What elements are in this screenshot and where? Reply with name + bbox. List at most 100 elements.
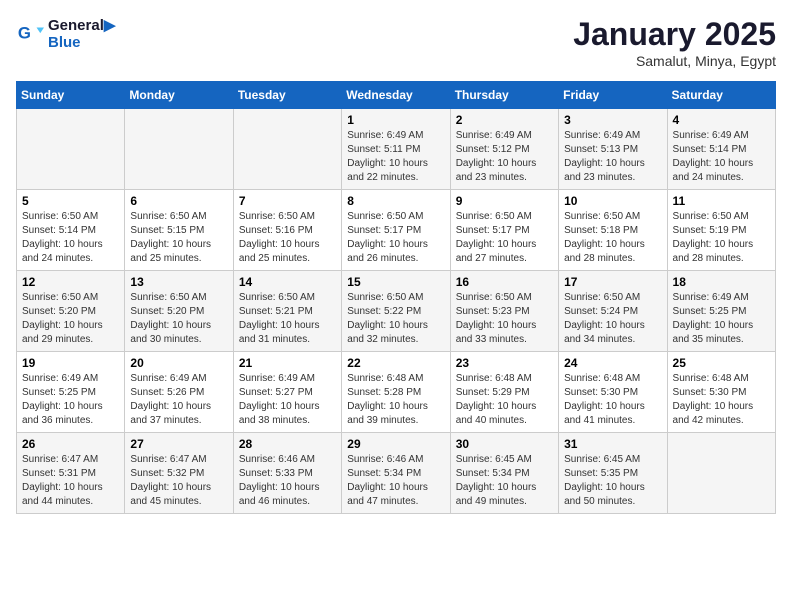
day-info: Sunrise: 6:50 AM Sunset: 5:16 PM Dayligh…: [239, 210, 336, 266]
calendar-table: SundayMondayTuesdayWednesdayThursdayFrid…: [16, 81, 776, 514]
calendar-cell: 18 Sunrise: 6:49 AM Sunset: 5:25 PM Dayli…: [667, 271, 775, 352]
calendar-week-row: 19Sunrise: 6:49 AM Sunset: 5:25 PM Dayli…: [17, 352, 776, 433]
day-info: Sunrise: 6:46 AM Sunset: 5:34 PM Dayligh…: [347, 453, 444, 509]
day-number: 9: [456, 194, 553, 208]
day-number: 3: [564, 113, 661, 127]
day-number: 21: [239, 356, 336, 370]
calendar-header: SundayMondayTuesdayWednesdayThursdayFrid…: [17, 82, 776, 109]
day-info: Sunrise: 6:50 AM Sunset: 5:23 PM Dayligh…: [456, 291, 553, 347]
calendar-cell: 4 Sunrise: 6:49 AM Sunset: 5:14 PM Daylig…: [667, 109, 775, 190]
location-title: Samalut, Minya, Egypt: [573, 53, 776, 69]
calendar-cell: 16 Sunrise: 6:50 AM Sunset: 5:23 PM Dayli…: [450, 271, 558, 352]
day-info: Sunrise: 6:50 AM Sunset: 5:21 PM Dayligh…: [239, 291, 336, 347]
day-info: Sunrise: 6:45 AM Sunset: 5:35 PM Dayligh…: [564, 453, 661, 509]
calendar-cell: 3Sunrise: 6:49 AM Sunset: 5:13 PM Daylig…: [559, 109, 667, 190]
day-info: Sunrise: 6:48 AM Sunset: 5:30 PM Dayligh…: [564, 372, 661, 428]
svg-text:G: G: [18, 23, 31, 42]
calendar-cell: 5 Sunrise: 6:50 AM Sunset: 5:14 PM Daylig…: [17, 190, 125, 271]
day-number: 14: [239, 275, 336, 289]
day-info: Sunrise: 6:46 AM Sunset: 5:33 PM Dayligh…: [239, 453, 336, 509]
day-number: 5: [22, 194, 119, 208]
day-info: Sunrise: 6:50 AM Sunset: 5:18 PM Dayligh…: [564, 210, 661, 266]
day-number: 11: [673, 194, 770, 208]
day-number: 18: [673, 275, 770, 289]
day-info: Sunrise: 6:48 AM Sunset: 5:30 PM Dayligh…: [673, 372, 770, 428]
calendar-cell: 14 Sunrise: 6:50 AM Sunset: 5:21 PM Dayli…: [233, 271, 341, 352]
calendar-cell: 31 Sunrise: 6:45 AM Sunset: 5:35 PM Dayli…: [559, 433, 667, 514]
day-info: Sunrise: 6:47 AM Sunset: 5:32 PM Dayligh…: [130, 453, 227, 509]
calendar-cell: 7Sunrise: 6:50 AM Sunset: 5:16 PM Daylig…: [233, 190, 341, 271]
calendar-cell: 9 Sunrise: 6:50 AM Sunset: 5:17 PM Daylig…: [450, 190, 558, 271]
day-number: 20: [130, 356, 227, 370]
month-title: January 2025: [573, 16, 776, 53]
day-info: Sunrise: 6:50 AM Sunset: 5:15 PM Dayligh…: [130, 210, 227, 266]
day-number: 28: [239, 437, 336, 451]
calendar-cell: 27Sunrise: 6:47 AM Sunset: 5:32 PM Dayli…: [125, 433, 233, 514]
calendar-cell: 24 Sunrise: 6:48 AM Sunset: 5:30 PM Dayli…: [559, 352, 667, 433]
calendar-cell: 12 Sunrise: 6:50 AM Sunset: 5:20 PM Dayli…: [17, 271, 125, 352]
calendar-cell: 2Sunrise: 6:49 AM Sunset: 5:12 PM Daylig…: [450, 109, 558, 190]
calendar-cell: 1Sunrise: 6:49 AM Sunset: 5:11 PM Daylig…: [342, 109, 450, 190]
logo-line2: Blue: [48, 34, 115, 51]
day-number: 19: [22, 356, 119, 370]
calendar-cell: 25Sunrise: 6:48 AM Sunset: 5:30 PM Dayli…: [667, 352, 775, 433]
calendar-cell: 28 Sunrise: 6:46 AM Sunset: 5:33 PM Dayli…: [233, 433, 341, 514]
calendar-cell: 30 Sunrise: 6:45 AM Sunset: 5:34 PM Dayli…: [450, 433, 558, 514]
day-header-row: SundayMondayTuesdayWednesdayThursdayFrid…: [17, 82, 776, 109]
calendar-cell: [233, 109, 341, 190]
page-header: G General▶ Blue January 2025 Samalut, Mi…: [16, 16, 776, 69]
day-number: 16: [456, 275, 553, 289]
calendar-cell: [667, 433, 775, 514]
day-info: Sunrise: 6:50 AM Sunset: 5:19 PM Dayligh…: [673, 210, 770, 266]
day-info: Sunrise: 6:50 AM Sunset: 5:17 PM Dayligh…: [456, 210, 553, 266]
day-info: Sunrise: 6:48 AM Sunset: 5:29 PM Dayligh…: [456, 372, 553, 428]
calendar-cell: 13 Sunrise: 6:50 AM Sunset: 5:20 PM Dayli…: [125, 271, 233, 352]
calendar-cell: 20 Sunrise: 6:49 AM Sunset: 5:26 PM Dayli…: [125, 352, 233, 433]
calendar-cell: 29 Sunrise: 6:46 AM Sunset: 5:34 PM Dayli…: [342, 433, 450, 514]
calendar-cell: 6 Sunrise: 6:50 AM Sunset: 5:15 PM Daylig…: [125, 190, 233, 271]
calendar-cell: 10 Sunrise: 6:50 AM Sunset: 5:18 PM Dayli…: [559, 190, 667, 271]
day-info: Sunrise: 6:50 AM Sunset: 5:14 PM Dayligh…: [22, 210, 119, 266]
day-number: 30: [456, 437, 553, 451]
title-block: January 2025 Samalut, Minya, Egypt: [573, 16, 776, 69]
day-of-week-header: Friday: [559, 82, 667, 109]
day-info: Sunrise: 6:45 AM Sunset: 5:34 PM Dayligh…: [456, 453, 553, 509]
day-number: 8: [347, 194, 444, 208]
day-number: 10: [564, 194, 661, 208]
day-number: 26: [22, 437, 119, 451]
day-info: Sunrise: 6:49 AM Sunset: 5:26 PM Dayligh…: [130, 372, 227, 428]
day-number: 4: [673, 113, 770, 127]
day-number: 22: [347, 356, 444, 370]
day-number: 17: [564, 275, 661, 289]
calendar-cell: 15 Sunrise: 6:50 AM Sunset: 5:22 PM Dayli…: [342, 271, 450, 352]
day-number: 24: [564, 356, 661, 370]
day-number: 15: [347, 275, 444, 289]
day-number: 23: [456, 356, 553, 370]
day-info: Sunrise: 6:49 AM Sunset: 5:27 PM Dayligh…: [239, 372, 336, 428]
day-info: Sunrise: 6:50 AM Sunset: 5:22 PM Dayligh…: [347, 291, 444, 347]
day-info: Sunrise: 6:49 AM Sunset: 5:14 PM Dayligh…: [673, 129, 770, 185]
calendar-week-row: 1Sunrise: 6:49 AM Sunset: 5:11 PM Daylig…: [17, 109, 776, 190]
calendar-week-row: 26Sunrise: 6:47 AM Sunset: 5:31 PM Dayli…: [17, 433, 776, 514]
calendar-cell: [125, 109, 233, 190]
logo-icon: G: [16, 20, 44, 48]
day-number: 31: [564, 437, 661, 451]
day-of-week-header: Sunday: [17, 82, 125, 109]
calendar-cell: [17, 109, 125, 190]
day-number: 6: [130, 194, 227, 208]
calendar-cell: 22Sunrise: 6:48 AM Sunset: 5:28 PM Dayli…: [342, 352, 450, 433]
day-info: Sunrise: 6:50 AM Sunset: 5:20 PM Dayligh…: [130, 291, 227, 347]
day-info: Sunrise: 6:49 AM Sunset: 5:25 PM Dayligh…: [673, 291, 770, 347]
day-of-week-header: Tuesday: [233, 82, 341, 109]
day-info: Sunrise: 6:50 AM Sunset: 5:20 PM Dayligh…: [22, 291, 119, 347]
day-number: 29: [347, 437, 444, 451]
calendar-week-row: 12 Sunrise: 6:50 AM Sunset: 5:20 PM Dayli…: [17, 271, 776, 352]
calendar-cell: 21 Sunrise: 6:49 AM Sunset: 5:27 PM Dayli…: [233, 352, 341, 433]
day-number: 13: [130, 275, 227, 289]
logo: G General▶ Blue: [16, 16, 115, 51]
calendar-cell: 11 Sunrise: 6:50 AM Sunset: 5:19 PM Dayli…: [667, 190, 775, 271]
day-number: 1: [347, 113, 444, 127]
day-of-week-header: Thursday: [450, 82, 558, 109]
calendar-cell: 19Sunrise: 6:49 AM Sunset: 5:25 PM Dayli…: [17, 352, 125, 433]
day-number: 12: [22, 275, 119, 289]
